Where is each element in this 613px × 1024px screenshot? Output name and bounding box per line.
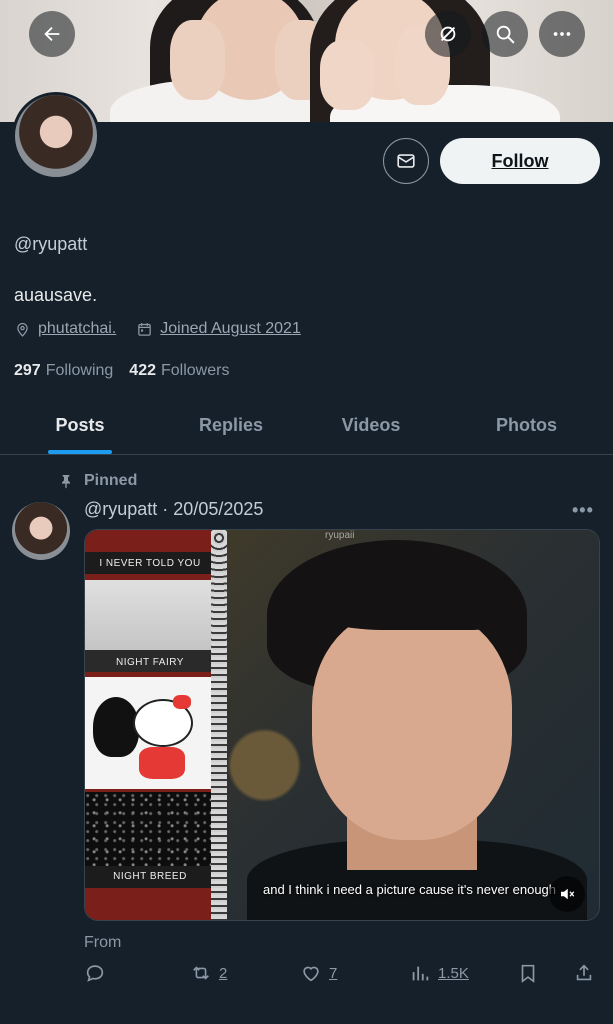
post-from-label: From	[84, 934, 122, 951]
banner-figure	[320, 40, 375, 110]
pinned-indicator: Pinned	[58, 472, 137, 490]
location-item: phutatchai.	[14, 320, 116, 338]
post-more-button[interactable]: •••	[572, 500, 594, 521]
tab-videos[interactable]: Videos	[302, 397, 440, 454]
repost-button[interactable]: 2	[190, 962, 227, 984]
pin-icon	[62, 475, 70, 489]
followers-label: Followers	[161, 362, 230, 379]
profile-handle: @ryupatt	[14, 234, 88, 254]
post-avatar[interactable]	[12, 502, 70, 560]
hide-media-button[interactable]	[425, 11, 471, 57]
video-caption: and I think i need a picture cause it's …	[263, 882, 557, 897]
profile-tabs: Posts Replies Videos Photos	[0, 397, 613, 455]
video-figure	[297, 560, 517, 630]
banner-figure	[170, 20, 225, 100]
bookmark-icon	[521, 964, 535, 983]
strip-label: I NEVER TOLD YOU	[99, 558, 201, 569]
followers-count: 422	[129, 362, 156, 379]
tab-posts[interactable]: Posts	[0, 397, 160, 454]
video-frame: ryupaii and I think i need a picture cau…	[227, 530, 599, 920]
mute-button[interactable]	[549, 876, 585, 912]
film-strip: I NEVER TOLD YOU NIGHT FAIRY NIGHT BREED	[85, 530, 227, 920]
strip-label: NIGHT FAIRY	[116, 657, 184, 668]
profile-bio: auausave.	[14, 285, 98, 305]
pinned-label: Pinned	[84, 472, 138, 489]
follow-button[interactable]: Follow	[440, 138, 600, 184]
like-count: 7	[329, 964, 338, 982]
location-link[interactable]: phutatchai.	[38, 320, 116, 338]
strip-panel	[85, 792, 215, 872]
lace-border	[211, 530, 227, 920]
like-button[interactable]: 7	[300, 962, 337, 984]
share-icon	[576, 964, 592, 981]
tab-replies[interactable]: Replies	[160, 397, 302, 454]
back-button[interactable]	[29, 11, 75, 57]
following-stat[interactable]: 297 Following	[14, 362, 113, 380]
post-media[interactable]: I NEVER TOLD YOU NIGHT FAIRY NIGHT BREED…	[84, 529, 600, 921]
strip-label: NIGHT BREED	[113, 871, 187, 882]
post-actions: 2 7 1.5K	[84, 962, 600, 992]
views-icon	[412, 966, 429, 981]
search-button[interactable]	[482, 11, 528, 57]
reply-button[interactable]	[84, 962, 113, 984]
profile-avatar[interactable]	[12, 92, 100, 180]
message-button[interactable]	[383, 138, 429, 184]
views-count: 1.5K	[438, 964, 469, 982]
bookmark-button[interactable]	[517, 962, 546, 984]
joined-date: Joined August 2021	[160, 320, 301, 337]
share-button[interactable]	[573, 962, 602, 984]
mute-icon	[561, 888, 575, 900]
reply-icon	[86, 965, 104, 982]
repost-count: 2	[219, 964, 228, 982]
following-count: 297	[14, 362, 41, 379]
media-watermark: ryupaii	[325, 530, 355, 541]
search-icon	[496, 25, 515, 44]
views-button[interactable]: 1.5K	[409, 962, 469, 984]
repost-icon	[193, 966, 209, 980]
profile-stats: 297 Following 422 Followers	[14, 362, 245, 380]
video-figure	[312, 610, 512, 840]
profile-meta: phutatchai. Joined August 2021	[14, 320, 321, 338]
more-icon	[553, 32, 571, 36]
like-icon	[303, 966, 319, 982]
tab-photos[interactable]: Photos	[440, 397, 613, 454]
location-pin-icon	[17, 322, 28, 337]
post-header[interactable]: @ryupatt · 20/05/2025	[84, 499, 263, 520]
following-label: Following	[45, 362, 114, 379]
mail-icon	[397, 154, 415, 168]
calendar-icon	[138, 322, 152, 336]
followers-stat[interactable]: 422 Followers	[129, 362, 229, 380]
joined-item: Joined August 2021	[136, 320, 301, 338]
hide-media-icon	[440, 26, 456, 42]
strip-panel	[85, 677, 215, 789]
more-button[interactable]	[539, 11, 585, 57]
back-arrow-icon	[44, 26, 60, 42]
